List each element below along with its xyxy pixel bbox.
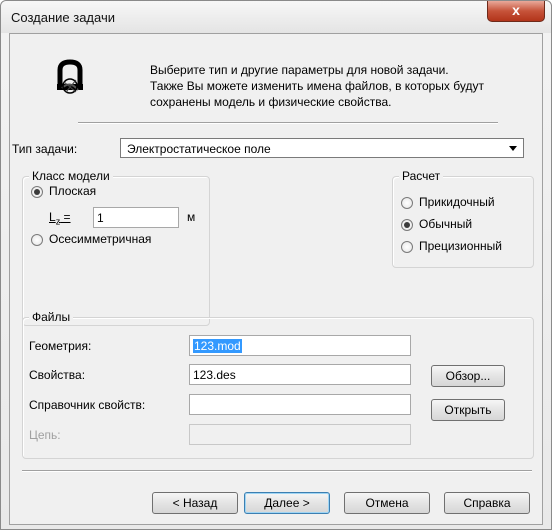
header-line-1: Выберите тип и другие параметры для ново… [150, 63, 449, 77]
properties-label: Свойства: [29, 368, 86, 382]
calculation-group: Расчет Прикидочный Обычный Прецизионный [392, 169, 534, 268]
geometry-value: 123.mod [193, 339, 242, 353]
model-class-title: Класс модели [29, 169, 113, 183]
app-logo-icon [50, 58, 90, 94]
radio-axisymmetric-label: Осесимметричная [49, 232, 152, 246]
lz-input[interactable]: 1 [93, 207, 179, 228]
chain-input [189, 424, 411, 445]
properties-input[interactable]: 123.des [189, 364, 411, 385]
task-type-value: Электростатическое поле [127, 142, 271, 156]
window-title: Создание задачи [11, 10, 115, 25]
task-type-label: Тип задачи: [12, 142, 78, 156]
radio-precise[interactable] [401, 241, 413, 253]
task-type-select[interactable]: Электростатическое поле [120, 138, 524, 158]
radio-normal[interactable] [401, 219, 413, 231]
back-button[interactable]: < Назад [152, 492, 238, 514]
radio-rough-label: Прикидочный [419, 195, 495, 209]
close-icon: x [512, 2, 520, 18]
dialog-window: Создание задачи x Выберите тип и другие … [0, 0, 552, 530]
footer-separator [22, 470, 532, 472]
next-button[interactable]: Далее > [244, 492, 330, 514]
calculation-title: Расчет [399, 169, 444, 183]
lz-unit: м [187, 210, 196, 224]
radio-normal-label: Обычный [419, 217, 473, 231]
properties-value: 123.des [193, 368, 236, 382]
reference-label: Справочник свойств: [29, 398, 146, 412]
close-button[interactable]: x [487, 1, 545, 22]
geometry-input[interactable]: 123.mod [189, 335, 411, 356]
radio-rough[interactable] [401, 197, 413, 209]
chain-label: Цепь: [29, 428, 61, 442]
files-group: Файлы Геометрия: 123.mod Свойства: 123.d… [22, 310, 534, 459]
radio-precise-label: Прецизионный [419, 239, 503, 253]
header-description: Выберите тип и другие параметры для ново… [150, 62, 530, 110]
cancel-button[interactable]: Отмена [344, 492, 430, 514]
help-button[interactable]: Справка [444, 492, 530, 514]
lz-label: Lz = [49, 210, 71, 227]
lz-value: 1 [97, 211, 104, 225]
open-button[interactable]: Открыть [431, 399, 505, 421]
header-line-3: сохранены модель и физические свойства. [150, 95, 392, 109]
chevron-down-icon [509, 146, 517, 151]
reference-input[interactable] [189, 394, 411, 415]
header-separator [78, 122, 498, 124]
radio-planar-label: Плоская [49, 184, 97, 198]
browse-button[interactable]: Обзор... [431, 365, 505, 387]
dialog-header: Выберите тип и другие параметры для ново… [10, 34, 542, 110]
dialog-body: Выберите тип и другие параметры для ново… [9, 33, 543, 525]
geometry-label: Геометрия: [29, 339, 92, 353]
model-class-group: Класс модели Плоская Lz = 1 м Осесимметр… [22, 169, 210, 326]
header-line-2: Также Вы можете изменить имена файлов, в… [150, 79, 484, 93]
radio-planar[interactable] [31, 186, 43, 198]
title-bar[interactable]: Создание задачи x [1, 1, 551, 33]
radio-axisymmetric[interactable] [31, 234, 43, 246]
files-title: Файлы [29, 310, 74, 324]
